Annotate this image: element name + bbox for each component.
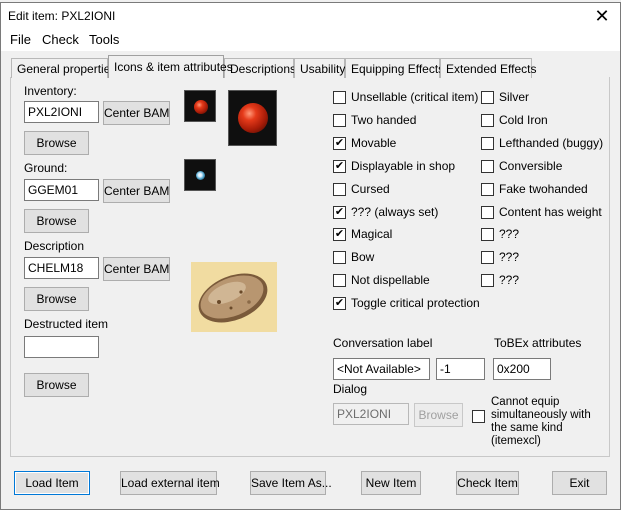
ground-center-bam-button[interactable]: Center BAM <box>103 179 170 203</box>
flag-left-checkbox[interactable]: ✔ <box>333 228 346 242</box>
tab-general-properties[interactable]: General properties <box>11 58 116 78</box>
flag-left-checkbox[interactable]: ✔ <box>333 297 346 311</box>
flag-left-label: Cursed <box>351 181 390 196</box>
close-icon[interactable]: ✕ <box>594 6 610 26</box>
ground-thumb <box>184 159 216 191</box>
conversation-label: Conversation label <box>333 336 433 350</box>
destructed-item-field[interactable] <box>24 336 99 358</box>
flag-right-label: Cold Iron <box>499 112 548 127</box>
flag-left-checkbox[interactable] <box>333 91 346 104</box>
flag-left-label: Magical <box>351 227 393 242</box>
ground-gem-icon <box>196 171 205 180</box>
destructed-label: Destructed item <box>24 317 109 331</box>
inventory-large-thumb <box>228 90 277 146</box>
description-bam-field[interactable]: CHELM18 <box>24 257 99 279</box>
flag-left-label: Movable <box>351 135 397 150</box>
flag-left-label: Displayable in shop <box>351 158 456 173</box>
inventory-browse-button[interactable]: Browse <box>24 131 89 155</box>
description-label: Description <box>24 239 85 253</box>
flag-left-label: Not dispellable <box>351 273 430 288</box>
flag-right-label: Conversible <box>499 158 563 173</box>
flag-right-label: Content has weight <box>499 204 602 219</box>
conversation-label-field[interactable]: <Not Available> <box>333 358 430 380</box>
flag-left-checkbox[interactable]: ✔ <box>333 205 346 219</box>
flag-right-checkbox[interactable] <box>481 91 494 104</box>
flag-left-checkbox[interactable]: ✔ <box>333 136 346 150</box>
load-item-button[interactable]: Load Item <box>14 471 90 495</box>
flag-right-label: Lefthanded (buggy) <box>499 135 604 150</box>
tab-extended-effects[interactable]: Extended Effects <box>440 58 537 78</box>
flag-left-checkbox[interactable] <box>333 182 346 196</box>
window-title: Edit item: PXL2IONI <box>8 9 116 23</box>
flag-left-label: Toggle critical protection <box>351 296 480 311</box>
flag-right-label: Silver <box>499 90 530 104</box>
flag-left-label: Two handed <box>351 112 417 127</box>
flag-right-label: ??? <box>499 250 520 265</box>
itemexcl-label: Cannot equip simultaneously with the sam… <box>491 396 591 447</box>
save-item-as-button[interactable]: Save Item As... <box>250 471 332 495</box>
tobex-attributes-field[interactable]: 0x200 <box>493 358 551 380</box>
inventory-center-bam-button[interactable]: Center BAM <box>103 101 170 125</box>
dialog-browse-button: Browse <box>414 403 463 427</box>
stone-image <box>198 273 268 323</box>
flag-left-label: Unsellable (critical item) <box>351 90 479 104</box>
description-browse-button[interactable]: Browse <box>24 287 89 311</box>
flag-right-checkbox[interactable] <box>481 228 494 242</box>
dialog-field: PXL2IONI <box>333 403 409 425</box>
flag-right-checkbox[interactable] <box>481 274 494 288</box>
destructed-browse-button[interactable]: Browse <box>24 373 89 397</box>
description-center-bam-button[interactable]: Center BAM <box>103 257 170 281</box>
menu-tools[interactable]: Tools <box>89 32 119 47</box>
flag-left-checkbox[interactable] <box>333 113 346 127</box>
tab-icons-attributes[interactable]: Icons & item attributes <box>108 55 233 78</box>
flag-right-checkbox[interactable] <box>481 205 494 219</box>
conversation-number-field[interactable]: -1 <box>436 358 485 380</box>
flag-right-checkbox[interactable] <box>481 136 494 150</box>
flag-right-checkbox[interactable] <box>481 159 494 173</box>
flag-right-checkbox[interactable] <box>481 182 494 196</box>
check-item-button[interactable]: Check Item <box>456 471 519 495</box>
exit-button[interactable]: Exit <box>552 471 607 495</box>
menu-check[interactable]: Check <box>42 32 79 47</box>
flag-right-label: Fake twohanded <box>499 181 588 196</box>
inventory-label: Inventory: <box>24 84 77 98</box>
tab-equipping-effects[interactable]: Equipping Effects <box>345 58 444 78</box>
flag-left-checkbox[interactable] <box>333 251 346 265</box>
flag-left-label: ??? (always set) <box>351 204 439 219</box>
menu-file[interactable]: File <box>10 32 31 47</box>
flag-left-checkbox[interactable]: ✔ <box>333 159 346 173</box>
inventory-bam-field[interactable]: PXL2IONI <box>24 101 99 123</box>
itemexcl-checkbox[interactable] <box>472 410 485 423</box>
inventory-small-thumb <box>184 90 216 122</box>
dialog-label: Dialog <box>333 382 368 396</box>
description-image-frame <box>191 262 277 332</box>
ground-bam-field[interactable]: GGEM01 <box>24 179 99 201</box>
flag-left-checkbox[interactable] <box>333 274 346 288</box>
load-external-item-button[interactable]: Load external item <box>120 471 220 495</box>
tab-usability[interactable]: Usability <box>294 58 345 78</box>
tobex-label: ToBEx attributes <box>494 336 582 350</box>
flag-right-label: ??? <box>499 273 520 288</box>
tab-descriptions[interactable]: Descriptions <box>224 58 296 78</box>
ground-label: Ground: <box>24 161 68 175</box>
flag-right-checkbox[interactable] <box>481 251 494 265</box>
new-item-button[interactable]: New Item <box>361 471 421 495</box>
flag-right-checkbox[interactable] <box>481 113 494 127</box>
red-gem-large-icon <box>238 103 268 133</box>
flag-left-label: Bow <box>351 250 375 265</box>
ground-browse-button[interactable]: Browse <box>24 209 89 233</box>
red-gem-icon <box>194 100 208 114</box>
flag-right-label: ??? <box>499 227 520 242</box>
